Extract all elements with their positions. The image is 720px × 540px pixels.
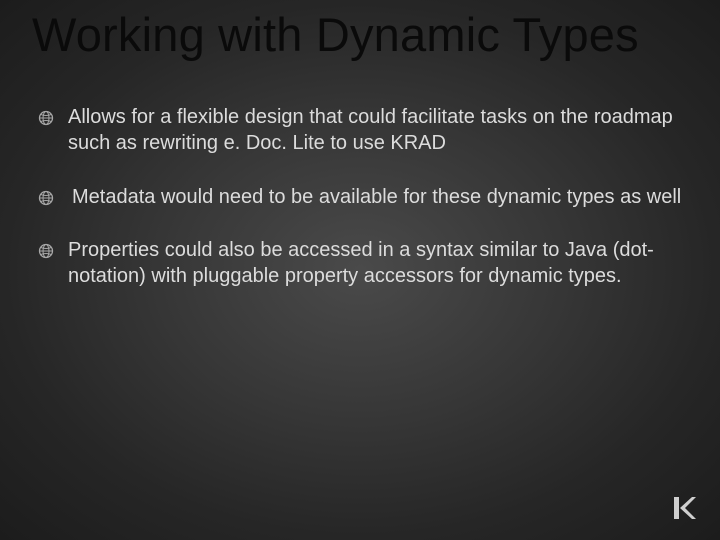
- list-item: Allows for a flexible design that could …: [38, 105, 684, 156]
- bullet-text: Properties could also be accessed in a s…: [68, 238, 684, 289]
- list-item: Metadata would need to be available for …: [38, 185, 684, 211]
- bullet-text: Metadata would need to be available for …: [68, 185, 684, 211]
- globe-icon: [38, 108, 54, 124]
- slide: Working with Dynamic Types Allows for a …: [0, 0, 720, 540]
- globe-icon: [38, 188, 54, 204]
- globe-icon: [38, 241, 54, 257]
- list-item: Properties could also be accessed in a s…: [38, 238, 684, 289]
- bullet-list: Allows for a flexible design that could …: [38, 105, 684, 289]
- slide-title: Working with Dynamic Types: [32, 10, 688, 59]
- logo-icon: [670, 494, 698, 522]
- bullet-text: Allows for a flexible design that could …: [68, 105, 684, 156]
